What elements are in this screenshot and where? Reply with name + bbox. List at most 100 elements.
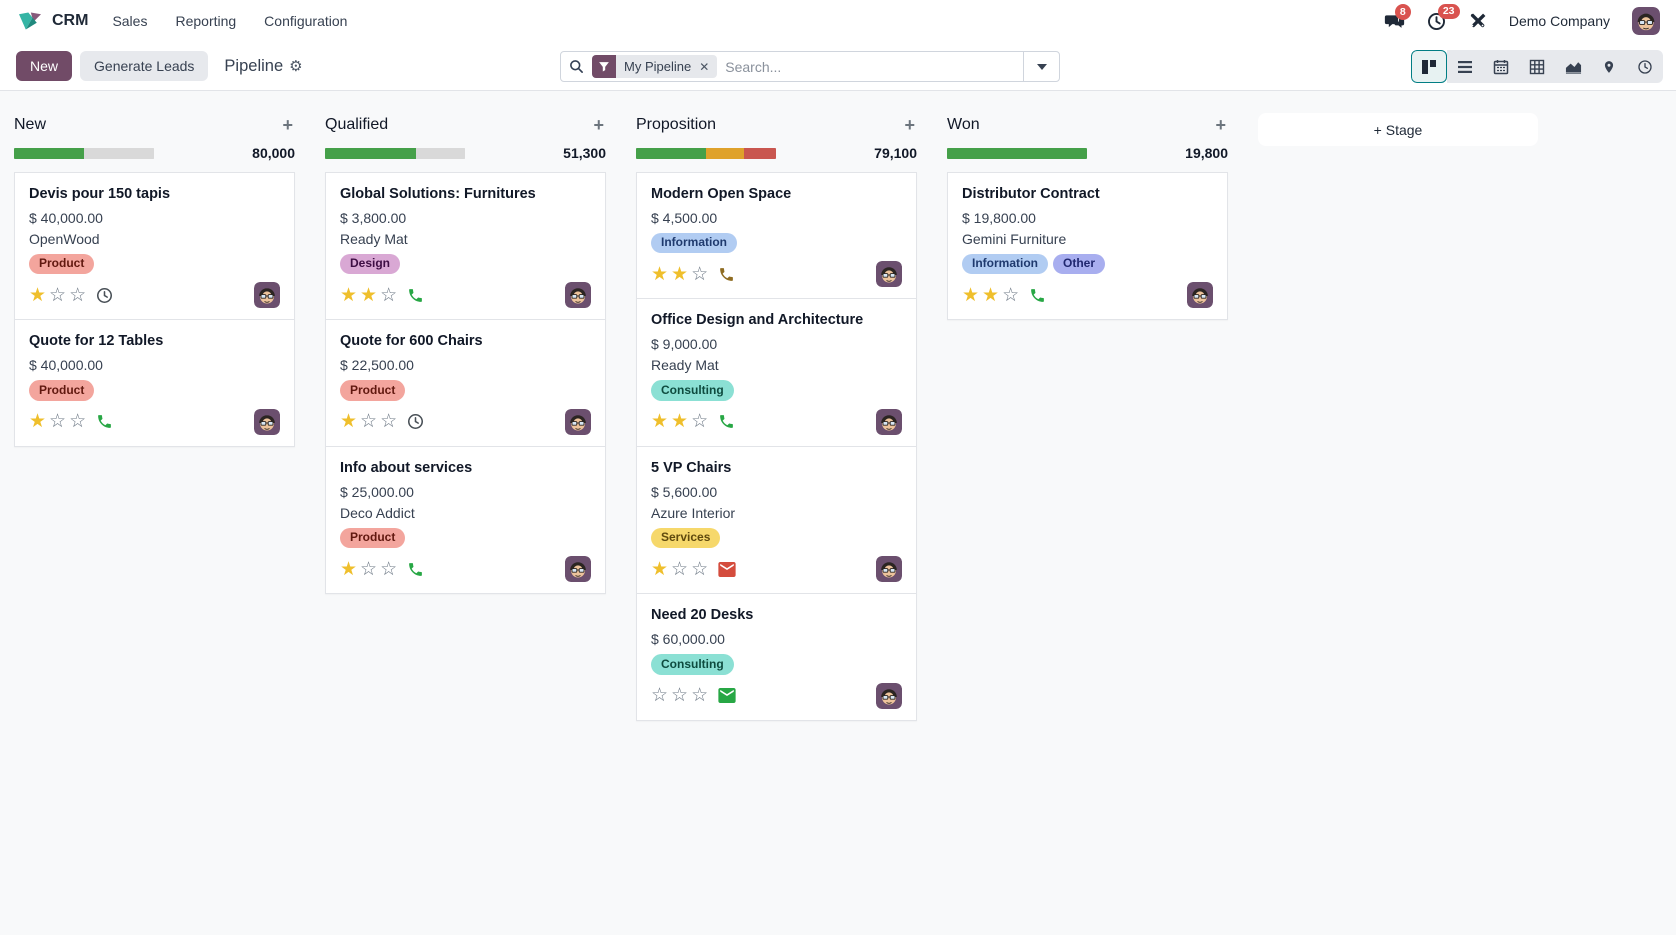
quick-add-icon[interactable]: + <box>591 116 606 134</box>
star-filled-icon[interactable]: ★ <box>651 265 668 284</box>
progress-segment-green[interactable] <box>636 147 706 159</box>
priority-stars[interactable]: ★ ☆ ☆ <box>340 412 397 431</box>
activity-phone-icon[interactable] <box>407 561 424 578</box>
star-filled-icon[interactable]: ★ <box>671 412 688 431</box>
star-empty-icon[interactable]: ☆ <box>49 412 66 431</box>
search-input-area[interactable]: My Pipeline ✕ Search... <box>561 52 1023 81</box>
search-dropdown-toggle[interactable] <box>1023 52 1059 81</box>
company-name[interactable]: Demo Company <box>1509 13 1610 29</box>
kanban-card[interactable]: Devis pour 150 tapis $ 40,000.00 OpenWood P… <box>14 172 295 321</box>
progress-segment-gray[interactable] <box>416 147 465 159</box>
star-empty-icon[interactable]: ☆ <box>69 286 86 305</box>
star-empty-icon[interactable]: ☆ <box>691 412 708 431</box>
kanban-card[interactable]: Quote for 12 Tables $ 40,000.00 Product ★ ☆ ☆ <box>14 319 295 447</box>
priority-stars[interactable]: ★ ☆ ☆ <box>651 560 708 579</box>
menu-sales[interactable]: Sales <box>112 13 147 29</box>
priority-stars[interactable]: ☆ ☆ ☆ <box>651 686 708 705</box>
salesperson-avatar[interactable] <box>565 282 591 309</box>
salesperson-avatar[interactable] <box>254 408 280 435</box>
star-filled-icon[interactable]: ★ <box>340 560 357 579</box>
star-filled-icon[interactable]: ★ <box>982 286 999 305</box>
menu-configuration[interactable]: Configuration <box>264 13 347 29</box>
column-progressbar[interactable] <box>947 147 1087 159</box>
star-empty-icon[interactable]: ☆ <box>691 686 708 705</box>
activity-phone-icon[interactable] <box>718 266 735 283</box>
star-empty-icon[interactable]: ☆ <box>380 560 397 579</box>
quick-add-icon[interactable]: + <box>902 116 917 134</box>
kanban-card[interactable]: Info about services $ 25,000.00 Deco Addic… <box>325 445 606 595</box>
star-empty-icon[interactable]: ☆ <box>691 265 708 284</box>
generate-leads-button[interactable]: Generate Leads <box>80 51 209 81</box>
priority-stars[interactable]: ★ ☆ ☆ <box>29 412 86 431</box>
star-empty-icon[interactable]: ☆ <box>1002 286 1019 305</box>
star-empty-icon[interactable]: ☆ <box>69 412 86 431</box>
view-map-button[interactable] <box>1591 50 1627 83</box>
kanban-card[interactable]: Distributor Contract $ 19,800.00 Gemini Fu… <box>947 172 1228 321</box>
star-filled-icon[interactable]: ★ <box>671 265 688 284</box>
salesperson-avatar[interactable] <box>565 408 591 435</box>
star-empty-icon[interactable]: ☆ <box>380 412 397 431</box>
star-empty-icon[interactable]: ☆ <box>360 560 377 579</box>
gear-icon[interactable]: ⚙ <box>289 57 302 75</box>
priority-stars[interactable]: ★ ★ ☆ <box>962 286 1019 305</box>
star-filled-icon[interactable]: ★ <box>340 412 357 431</box>
progress-segment-red[interactable] <box>743 147 776 159</box>
activity-phone-icon[interactable] <box>96 413 113 430</box>
progress-segment-green[interactable] <box>14 147 84 159</box>
star-filled-icon[interactable]: ★ <box>360 286 377 305</box>
progress-segment-orange[interactable] <box>706 147 744 159</box>
kanban-card[interactable]: Office Design and Architecture $ 9,000.00… <box>636 298 917 447</box>
star-filled-icon[interactable]: ★ <box>651 560 668 579</box>
star-filled-icon[interactable]: ★ <box>29 286 46 305</box>
star-empty-icon[interactable]: ☆ <box>651 686 668 705</box>
search-bar[interactable]: My Pipeline ✕ Search... <box>560 51 1060 82</box>
menu-reporting[interactable]: Reporting <box>175 13 236 29</box>
star-empty-icon[interactable]: ☆ <box>671 686 688 705</box>
column-progressbar[interactable] <box>636 147 776 159</box>
messages-button[interactable]: 8 <box>1384 4 1411 30</box>
kanban-card[interactable]: 5 VP Chairs $ 5,600.00 Azure Interior Servi… <box>636 445 917 595</box>
progress-segment-gray[interactable] <box>84 147 154 159</box>
star-empty-icon[interactable]: ☆ <box>691 560 708 579</box>
kanban-card[interactable]: Global Solutions: Furnitures $ 3,800.00 Re… <box>325 172 606 321</box>
kanban-card[interactable]: Modern Open Space $ 4,500.00 Information ★ ★… <box>636 172 917 300</box>
debug-tools-button[interactable] <box>1468 12 1487 31</box>
activity-phone-icon[interactable] <box>718 413 735 430</box>
priority-stars[interactable]: ★ ☆ ☆ <box>340 560 397 579</box>
filter-facet[interactable]: My Pipeline ✕ <box>592 55 718 78</box>
salesperson-avatar[interactable] <box>876 261 902 288</box>
column-title[interactable]: Won <box>947 116 980 134</box>
column-title[interactable]: Proposition <box>636 116 716 134</box>
star-filled-icon[interactable]: ★ <box>340 286 357 305</box>
progress-segment-green[interactable] <box>947 147 1087 159</box>
view-list-button[interactable] <box>1447 50 1483 83</box>
filter-remove-icon[interactable]: ✕ <box>699 55 717 78</box>
activity-clock-icon[interactable] <box>407 413 424 430</box>
activity-envelope-icon[interactable] <box>718 561 736 577</box>
priority-stars[interactable]: ★ ★ ☆ <box>340 286 397 305</box>
add-stage-button[interactable]: + Stage <box>1258 113 1538 146</box>
salesperson-avatar[interactable] <box>876 408 902 435</box>
activity-phone-icon[interactable] <box>1029 287 1046 304</box>
view-calendar-button[interactable] <box>1483 50 1519 83</box>
activity-clock-icon[interactable] <box>96 287 113 304</box>
user-avatar[interactable] <box>1632 7 1660 35</box>
view-graph-button[interactable] <box>1555 50 1591 83</box>
column-title[interactable]: Qualified <box>325 116 388 134</box>
salesperson-avatar[interactable] <box>1187 282 1213 309</box>
new-button[interactable]: New <box>16 51 73 81</box>
app-switcher[interactable]: CRM <box>16 10 88 32</box>
priority-stars[interactable]: ★ ☆ ☆ <box>29 286 86 305</box>
star-filled-icon[interactable]: ★ <box>29 412 46 431</box>
kanban-card[interactable]: Quote for 600 Chairs $ 22,500.00 Product ★ ☆… <box>325 319 606 447</box>
activity-envelope-icon[interactable] <box>718 688 736 704</box>
star-empty-icon[interactable]: ☆ <box>49 286 66 305</box>
salesperson-avatar[interactable] <box>254 282 280 309</box>
activities-button[interactable]: 23 <box>1427 3 1460 31</box>
star-empty-icon[interactable]: ☆ <box>380 286 397 305</box>
priority-stars[interactable]: ★ ★ ☆ <box>651 265 708 284</box>
kanban-card[interactable]: Need 20 Desks $ 60,000.00 Consulting ☆ ☆ ☆ <box>636 593 917 721</box>
progress-segment-green[interactable] <box>325 147 416 159</box>
view-pivot-button[interactable] <box>1519 50 1555 83</box>
quick-add-icon[interactable]: + <box>280 116 295 134</box>
